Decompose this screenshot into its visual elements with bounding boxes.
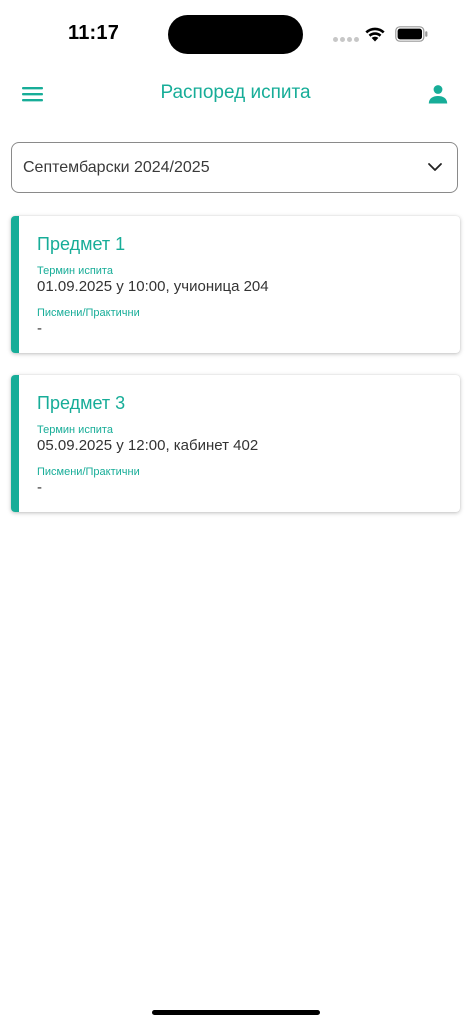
signal-dots-icon (333, 37, 359, 42)
subject-name: Предмет 1 (37, 234, 126, 254)
exam-term-label: Термин испита (37, 424, 113, 436)
exam-term-value: 05.09.2025 у 12:00, кабинет 402 (37, 437, 259, 454)
exam-schedule-screen: 11:17 Распоред испита Септембарски 2024/… (0, 0, 471, 1024)
home-indicator[interactable] (152, 1010, 320, 1015)
exam-type-value: - (37, 320, 42, 337)
exam-term-label: Термин испита (37, 265, 113, 277)
exam-card[interactable]: Предмет 3 Термин испита 05.09.2025 у 12:… (11, 375, 460, 512)
person-icon[interactable] (426, 82, 450, 106)
app-header: Распоред испита (0, 70, 471, 120)
battery-icon (395, 26, 428, 42)
status-bar: 11:17 (0, 0, 471, 64)
term-select-value: Септембарски 2024/2025 (23, 159, 210, 176)
exam-type-value: - (37, 479, 42, 496)
subject-name: Предмет 3 (37, 393, 126, 413)
dynamic-island (168, 15, 303, 54)
exam-type-label: Писмени/Практични (37, 307, 140, 319)
exam-term-value: 01.09.2025 у 10:00, учионица 204 (37, 278, 269, 295)
card-accent-bar (11, 216, 19, 353)
status-time: 11:17 (68, 22, 120, 44)
term-select[interactable]: Септембарски 2024/2025 (11, 142, 458, 193)
wifi-icon (365, 27, 385, 42)
exam-type-label: Писмени/Практични (37, 466, 140, 478)
exam-card[interactable]: Предмет 1 Термин испита 01.09.2025 у 10:… (11, 216, 460, 353)
card-accent-bar (11, 375, 19, 512)
exam-list: Предмет 1 Термин испита 01.09.2025 у 10:… (11, 216, 460, 534)
chevron-down-icon (428, 163, 442, 171)
page-title: Распоред испита (160, 82, 311, 103)
